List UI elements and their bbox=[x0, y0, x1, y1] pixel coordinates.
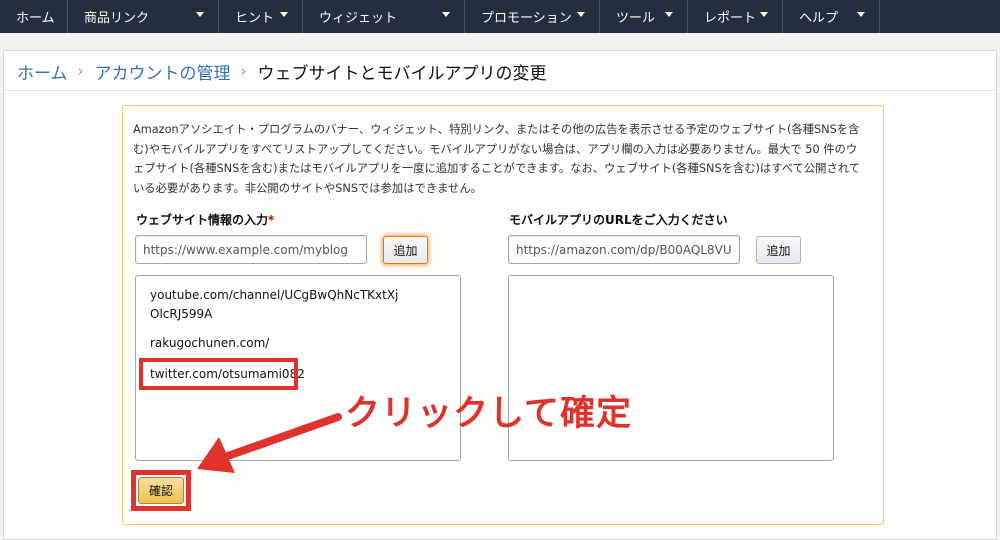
caret-down-icon bbox=[665, 12, 673, 17]
caret-down-icon bbox=[196, 12, 204, 17]
nav-item-tips[interactable]: ヒント bbox=[219, 0, 303, 33]
divider bbox=[4, 90, 996, 91]
annotation-text: クリックして確定 bbox=[345, 394, 632, 434]
breadcrumb-account-link[interactable]: アカウントの管理 bbox=[95, 59, 231, 84]
nav-item-label: ヒント bbox=[235, 11, 275, 26]
nav-item-label: ホーム bbox=[16, 11, 55, 26]
nav-item-tools[interactable]: ツール bbox=[600, 0, 688, 33]
nav-item-label: プロモーション bbox=[481, 11, 572, 26]
caret-down-icon bbox=[280, 12, 288, 17]
nav-item-label: ツール bbox=[616, 11, 656, 26]
required-mark: * bbox=[268, 213, 275, 227]
caret-down-icon bbox=[442, 12, 450, 17]
confirm-highlight: 確認 bbox=[131, 470, 191, 511]
page-title: ウェブサイトとモバイルアプリの変更 bbox=[257, 63, 547, 84]
website-url-input[interactable] bbox=[135, 235, 367, 264]
description-text: Amazonアソシエイト・プログラムのバナー、ウィジェット、特別リンク、またはそ… bbox=[133, 123, 861, 195]
nav-item-label: レポート bbox=[704, 11, 757, 26]
breadcrumb-separator-icon: › bbox=[77, 62, 84, 80]
nav-item-label: ウィジェット bbox=[319, 11, 398, 26]
highlight-box bbox=[139, 358, 298, 390]
website-list-item[interactable]: youtube.com/channel/UCgBwQhNcTKxtXj OlcR… bbox=[150, 286, 398, 324]
caret-down-icon bbox=[577, 12, 585, 17]
breadcrumb-separator-icon: › bbox=[240, 62, 247, 80]
nav-item-widgets[interactable]: ウィジェット bbox=[303, 0, 465, 33]
caret-down-icon bbox=[857, 12, 865, 17]
arrow-icon bbox=[197, 413, 342, 473]
website-list-item[interactable]: rakugochunen.com/ bbox=[150, 334, 269, 353]
website-add-button[interactable]: 追加 bbox=[383, 236, 428, 264]
website-field-label: ウェブサイト情報の入力* bbox=[136, 211, 274, 228]
confirm-button[interactable]: 確認 bbox=[138, 477, 184, 504]
nav-item-help[interactable]: ヘルプ bbox=[783, 0, 880, 33]
app-field-label: モバイルアプリのURLをご入力ください bbox=[509, 213, 728, 227]
website-label-text: ウェブサイト情報の入力 bbox=[136, 213, 269, 227]
app-add-button[interactable]: 追加 bbox=[756, 236, 801, 264]
breadcrumb: ホーム › アカウントの管理 › ウェブサイトとモバイルアプリの変更 bbox=[17, 59, 547, 84]
breadcrumb-home-link[interactable]: ホーム bbox=[17, 59, 68, 84]
app-url-input[interactable] bbox=[508, 235, 740, 264]
nav-item-product-links[interactable]: 商品リンク bbox=[68, 0, 219, 33]
nav-item-label: ヘルプ bbox=[799, 11, 839, 26]
nav-item-label: 商品リンク bbox=[84, 11, 150, 26]
caret-down-icon bbox=[760, 12, 768, 17]
nav-item-home[interactable]: ホーム bbox=[0, 0, 68, 33]
nav-item-promotions[interactable]: プロモーション bbox=[465, 0, 600, 33]
nav-item-reports[interactable]: レポート bbox=[688, 0, 783, 33]
top-nav: ホーム 商品リンク ヒント ウィジェット プロモーション ツール レポート ヘル… bbox=[0, 0, 1000, 33]
